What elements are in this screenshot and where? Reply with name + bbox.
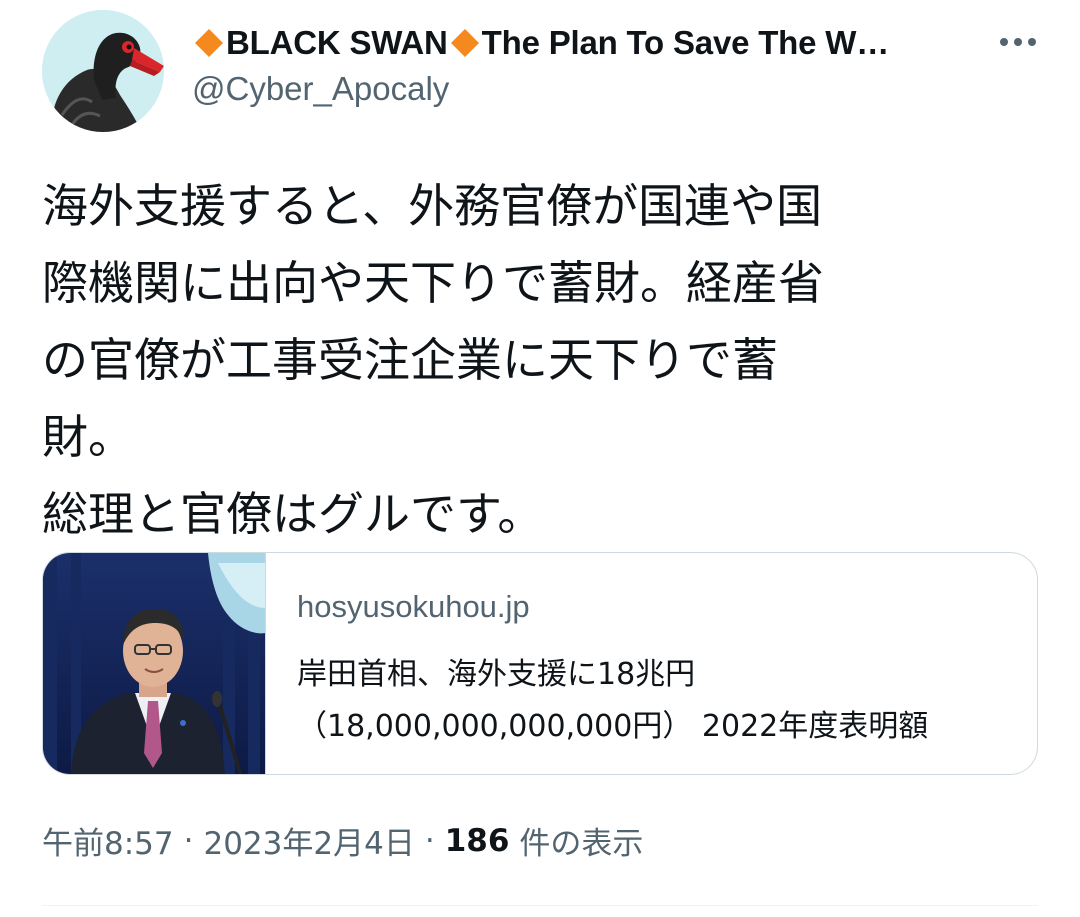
avatar[interactable] xyxy=(42,10,164,132)
views-label[interactable]: 件の表示 xyxy=(519,818,643,863)
link-card-domain: hosyusokuhou.jp xyxy=(297,589,530,624)
tweet-text-line: 際機関に出向や天下りで蓄財。経産省 xyxy=(42,256,824,310)
more-horizontal-icon xyxy=(1000,38,1036,46)
tweet-text-line: 財。 xyxy=(42,410,134,464)
black-swan-avatar-image xyxy=(42,10,164,132)
tweet-date[interactable]: 2023年2月4日 xyxy=(203,818,414,863)
views-count[interactable]: 186 xyxy=(445,823,510,859)
display-name-part2: The Plan To Save The W… xyxy=(481,24,890,61)
display-name-part1: BLACK SWAN xyxy=(226,24,448,61)
orange-diamond-icon xyxy=(195,29,223,57)
tweet-text-line: の官僚が工事受注企業に天下りで蓄 xyxy=(42,333,778,387)
tweet-text: 海外支援すると、外務官僚が国連や国 際機関に出向や天下りで蓄財。経産省 の官僚が… xyxy=(42,168,1042,553)
meta-separator: · xyxy=(183,822,194,859)
link-card-thumbnail xyxy=(43,553,266,774)
link-card-title: 岸田首相、海外支援に18兆円 （18,000,000,000,000円） 202… xyxy=(297,649,1017,753)
orange-diamond-icon xyxy=(450,29,479,57)
link-card-title-line: （18,000,000,000,000円） 2022年度表明額 xyxy=(297,709,929,744)
meta-separator: · xyxy=(424,822,435,859)
press-conference-photo xyxy=(43,553,265,774)
tweet-text-line: 海外支援すると、外務官僚が国連や国 xyxy=(42,179,823,233)
tweet-text-line: 総理と官僚はグルです。 xyxy=(42,487,544,541)
user-handle[interactable]: @Cyber_Apocaly xyxy=(192,70,449,108)
display-name[interactable]: BLACK SWAN The Plan To Save The W… xyxy=(192,20,952,66)
tweet-time[interactable]: 午前8:57 xyxy=(42,818,174,863)
divider xyxy=(42,905,1038,906)
tweet-meta: 午前8:57 · 2023年2月4日 · 186 件の表示 xyxy=(42,818,643,863)
more-options-button[interactable] xyxy=(992,22,1044,62)
link-card-title-line: 岸田首相、海外支援に18兆円 xyxy=(297,657,696,692)
link-preview-card[interactable]: hosyusokuhou.jp 岸田首相、海外支援に18兆円 （18,000,0… xyxy=(42,552,1038,775)
